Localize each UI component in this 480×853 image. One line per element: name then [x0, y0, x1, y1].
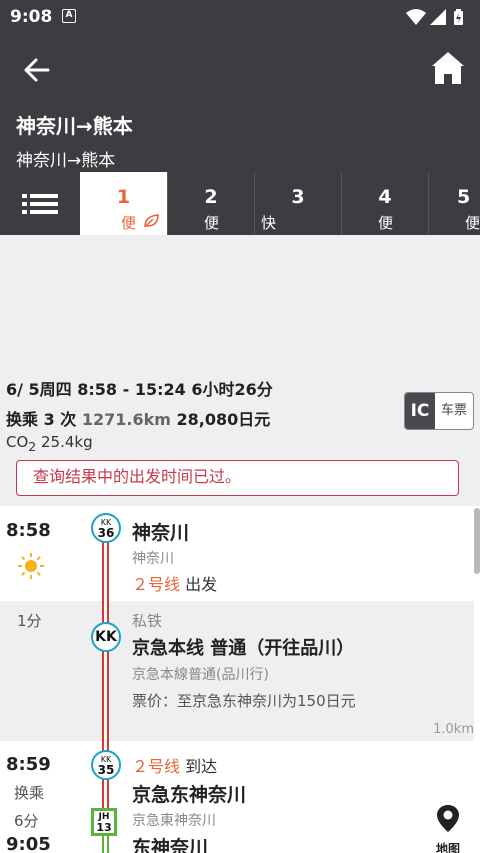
tab-number: 4: [378, 186, 392, 208]
departure-time: 8:58: [6, 520, 51, 541]
tab-kind: 便: [465, 214, 480, 232]
warning-banner: 查询结果中的出发时间已过。: [16, 460, 459, 496]
co2-label: CO: [6, 433, 29, 451]
platform-info: ２号线 出发: [132, 575, 218, 594]
map-button[interactable]: 地图: [428, 804, 468, 853]
tab-number: 2: [204, 186, 218, 208]
station-name-original: 神奈川: [132, 551, 174, 567]
tab-number: 1: [116, 186, 131, 208]
tab-number: 3: [291, 186, 305, 208]
ic-label: IC: [405, 393, 435, 429]
station-name-original: 京急東神奈川: [132, 813, 216, 829]
scrollbar[interactable]: [474, 508, 480, 574]
map-label: 地图: [435, 842, 460, 853]
back-arrow-icon[interactable]: [18, 52, 58, 88]
sun-weather-icon: [18, 553, 44, 579]
railway-line: [102, 526, 109, 853]
co2-emission: CO2 25.4kg: [6, 433, 406, 454]
page-subtitle: 神奈川→熊本: [16, 151, 116, 171]
total-distance: 1271.6km: [81, 410, 171, 429]
page-title: 神奈川→熊本: [16, 114, 133, 138]
transfer-label: 换乘: [14, 784, 45, 802]
tab-route-3[interactable]: 3 快: [254, 172, 341, 235]
eco-leaf-icon: [144, 214, 159, 228]
route-datetime: 6/ 5周四 8:58 - 15:24 6小时26分: [6, 380, 273, 399]
transfer-wait: 6分: [14, 812, 39, 830]
route-summary: 6/ 5周四 8:58 - 15:24 6小时26分 换乘 3 次 1271.6…: [6, 376, 406, 454]
train-line[interactable]: 京急本线 普通（开往品川）: [132, 634, 354, 660]
segment-distance: 1.0km: [433, 722, 474, 737]
home-icon[interactable]: [428, 48, 468, 88]
operator-type: 私铁: [132, 612, 163, 630]
wifi-icon: [406, 9, 426, 25]
map-pin-icon: [437, 805, 459, 832]
tab-route-1[interactable]: 1 便: [80, 172, 167, 235]
tab-kind: 便: [378, 214, 394, 232]
transfer-count: 换乘 3 次: [6, 410, 77, 429]
station-name[interactable]: 东神奈川: [132, 833, 208, 853]
menu-button[interactable]: [0, 172, 80, 235]
route-detail: 8:58 KK 36 神奈川 神奈川 ２号线 出发 1分 私铁 KK 京急本线 …: [0, 506, 480, 853]
tab-route-2[interactable]: 2 便: [167, 172, 254, 235]
tab-kind: 快: [261, 214, 277, 232]
status-icons: [406, 9, 463, 25]
ic-ticket-toggle[interactable]: IC 车票: [404, 392, 474, 430]
arrival-time: 8:59: [6, 754, 51, 775]
station-code-badge: KK 35: [91, 750, 121, 780]
tab-route-4[interactable]: 4 便: [341, 172, 428, 235]
tab-kind: 便: [204, 214, 220, 232]
station-code-badge: JH 13: [91, 808, 117, 836]
total-fare: 28,080日元: [176, 410, 271, 429]
tab-number: 5: [457, 186, 471, 208]
ticket-label: 车票: [440, 403, 467, 418]
train-line-original: 京急本線普通(品川行): [132, 667, 269, 683]
app-bar: 神奈川→熊本 神奈川→熊本: [0, 34, 480, 172]
co2-value: 25.4kg: [36, 433, 93, 451]
notification-icon: A: [62, 9, 76, 23]
segment-fare: 票价：至京急东神奈川为150日元: [132, 692, 356, 710]
station-code-badge: KK 36: [91, 513, 121, 543]
list-menu-icon: [22, 194, 58, 214]
next-departure-time: 9:05: [6, 834, 51, 853]
tab-kind: 便: [121, 214, 137, 232]
ride-duration: 1分: [17, 612, 42, 630]
station-name[interactable]: 神奈川: [132, 518, 189, 545]
station-name[interactable]: 京急东神奈川: [132, 780, 246, 807]
platform-info: ２号线 到达: [132, 757, 218, 776]
signal-icon: [430, 9, 446, 25]
route-stats: 换乘 3 次 1271.6km 28,080日元: [6, 406, 406, 430]
route-tabs: 1 便 2 便 3 快 4 便 5 便: [0, 172, 480, 235]
battery-icon: [454, 9, 463, 25]
status-time: 9:08: [10, 7, 53, 27]
tab-route-5[interactable]: 5 便: [428, 172, 480, 235]
line-badge: KK: [91, 622, 121, 652]
status-bar: 9:08 A: [0, 0, 480, 34]
